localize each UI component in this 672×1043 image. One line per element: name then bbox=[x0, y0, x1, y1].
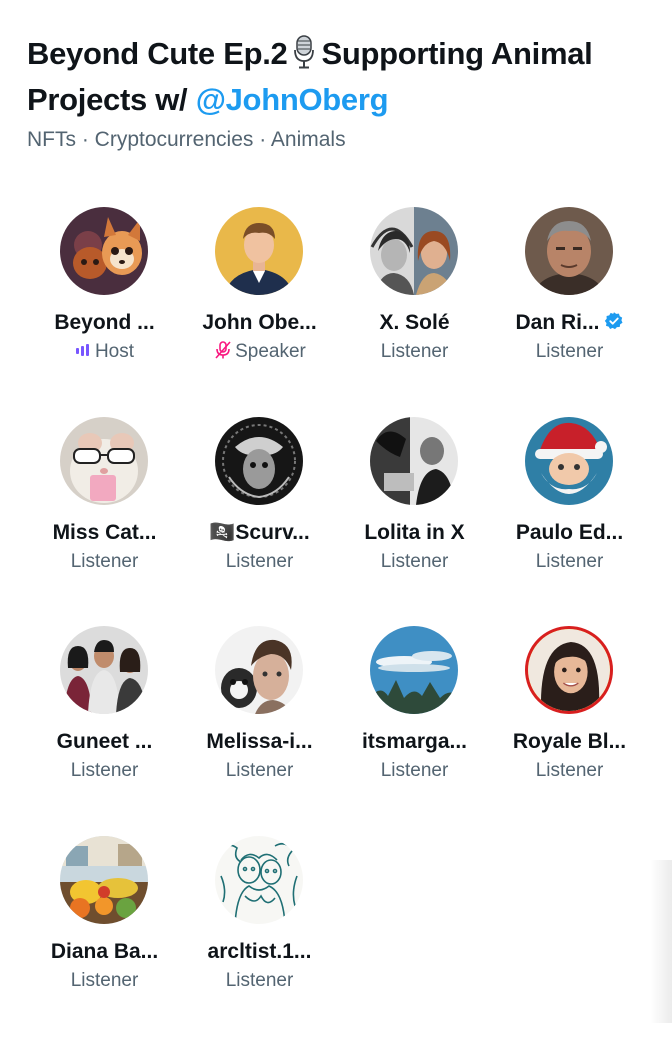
microphone-icon bbox=[293, 35, 315, 69]
participant-role: Listener bbox=[182, 969, 337, 993]
avatar bbox=[60, 417, 148, 505]
participant[interactable]: X. Solé Listener bbox=[337, 205, 492, 415]
participant[interactable]: Beyond ... Host bbox=[27, 205, 182, 415]
participant[interactable]: Paulo Ed... Listener bbox=[492, 415, 647, 625]
avatar bbox=[215, 836, 303, 924]
participant-role: Listener bbox=[27, 969, 182, 993]
participant-name: Lolita in X bbox=[337, 520, 492, 546]
avatar bbox=[370, 626, 458, 714]
space-title: Beyond Cute Ep.2Supporting Animal Projec… bbox=[27, 31, 647, 123]
participant[interactable]: itsmarga... Listener bbox=[337, 624, 492, 834]
participant-role: Listener bbox=[182, 550, 337, 574]
participant-role: Listener bbox=[27, 550, 182, 574]
participant-name: Miss Cat... bbox=[27, 520, 182, 546]
participant-role: Listener bbox=[492, 340, 647, 364]
participant-role: Host bbox=[27, 340, 182, 364]
participant-name: X. Solé bbox=[337, 310, 492, 336]
avatar bbox=[370, 417, 458, 505]
participant-name: Melissa-i... bbox=[182, 729, 337, 755]
edge-shadow bbox=[650, 860, 672, 1023]
participants-grid: Beyond ... Host John Obe... Speaker X. S… bbox=[27, 205, 647, 1043]
avatar bbox=[525, 417, 613, 505]
avatar bbox=[215, 626, 303, 714]
participant-name: itsmarga... bbox=[337, 729, 492, 755]
participant[interactable]: 🏴‍☠️Scurv... Listener bbox=[182, 415, 337, 625]
participant[interactable]: Miss Cat... Listener bbox=[27, 415, 182, 625]
participant[interactable]: Diana Ba... Listener bbox=[27, 834, 182, 1043]
space-topics: NFTs · Cryptocurrencies · Animals bbox=[27, 126, 346, 154]
avatar bbox=[60, 207, 148, 295]
participant-role: Listener bbox=[337, 759, 492, 783]
avatar bbox=[215, 417, 303, 505]
participant-name: Paulo Ed... bbox=[492, 520, 647, 546]
participant-name: Royale Bl... bbox=[492, 729, 647, 755]
participant-name: Guneet ... bbox=[27, 729, 182, 755]
mic-muted-icon bbox=[213, 340, 233, 360]
participant[interactable]: Dan Ri... Listener bbox=[492, 205, 647, 415]
avatar bbox=[60, 836, 148, 924]
avatar bbox=[525, 207, 613, 295]
participant-name: John Obe... bbox=[182, 310, 337, 336]
participant-role: Listener bbox=[337, 550, 492, 574]
avatar bbox=[60, 626, 148, 714]
host-bars-icon bbox=[75, 343, 93, 357]
participant[interactable]: Lolita in X Listener bbox=[337, 415, 492, 625]
participant-role: Listener bbox=[182, 759, 337, 783]
participant[interactable]: arcltist.1... Listener bbox=[182, 834, 337, 1043]
participant-name: Diana Ba... bbox=[27, 939, 182, 965]
participant-name: Beyond ... bbox=[27, 310, 182, 336]
participant-role: Listener bbox=[492, 759, 647, 783]
participant-role: Listener bbox=[337, 340, 492, 364]
host-mention-link[interactable]: @JohnOberg bbox=[196, 82, 389, 117]
participant-role: Listener bbox=[27, 759, 182, 783]
participant[interactable]: John Obe... Speaker bbox=[182, 205, 337, 415]
avatar bbox=[215, 207, 303, 295]
participant[interactable]: Melissa-i... Listener bbox=[182, 624, 337, 834]
space-title-part1: Beyond Cute Ep.2 bbox=[27, 36, 287, 71]
avatar bbox=[525, 626, 613, 714]
verified-badge-icon bbox=[604, 311, 624, 331]
participant-role: Speaker bbox=[182, 340, 337, 364]
participant[interactable]: Guneet ... Listener bbox=[27, 624, 182, 834]
participant-name: Dan Ri... bbox=[492, 310, 647, 336]
participant[interactable]: Royale Bl... Listener bbox=[492, 624, 647, 834]
participant-name: arcltist.1... bbox=[182, 939, 337, 965]
avatar bbox=[370, 207, 458, 295]
participant-role: Listener bbox=[492, 550, 647, 574]
participant-name: 🏴‍☠️Scurv... bbox=[182, 520, 337, 546]
